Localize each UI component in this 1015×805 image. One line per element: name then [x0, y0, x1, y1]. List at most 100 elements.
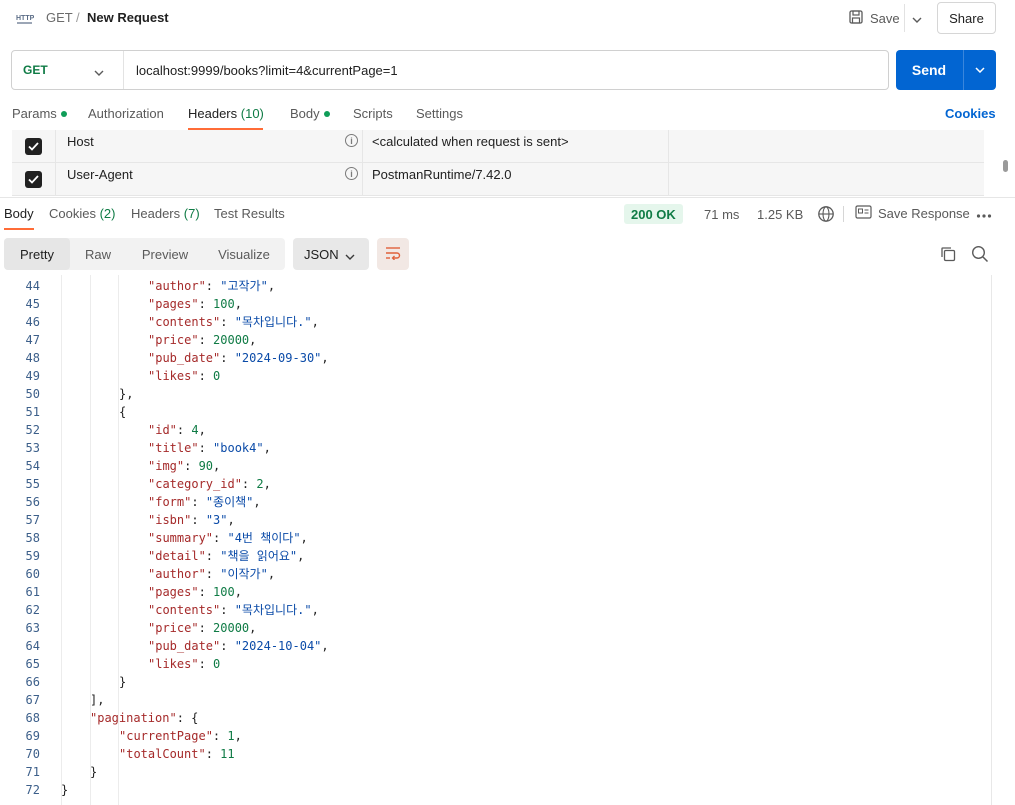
- search-icon[interactable]: [971, 245, 989, 266]
- panel-divider[interactable]: [0, 197, 1015, 198]
- line-number: 46: [25, 315, 40, 329]
- line-number: 65: [25, 657, 40, 671]
- tab-resp-headers-label: Headers: [131, 206, 181, 221]
- tab-settings[interactable]: Settings: [416, 106, 463, 121]
- format-value: JSON: [304, 246, 339, 262]
- body-indicator-dot: [323, 110, 330, 117]
- line-number: 70: [25, 747, 40, 761]
- code-line: 62 "contents": "목차입니다.",: [0, 601, 993, 619]
- method-value: GET: [23, 63, 48, 77]
- tab-cookies-label: Cookies: [49, 206, 96, 221]
- json-string: "목차입니다.": [234, 603, 312, 617]
- status-badge[interactable]: 200 OK: [624, 204, 683, 224]
- code-text: "category_id": 2,: [148, 475, 271, 493]
- wrap-lines-button[interactable]: [377, 238, 409, 270]
- save-response-button[interactable]: Save Response: [855, 205, 970, 222]
- view-visualize-button[interactable]: Visualize: [206, 238, 282, 270]
- column-divider: [362, 163, 363, 196]
- share-button[interactable]: Share: [937, 2, 996, 34]
- tab-body[interactable]: Body: [290, 106, 330, 121]
- view-pretty-button[interactable]: Pretty: [4, 238, 70, 270]
- save-options-button[interactable]: [904, 4, 928, 32]
- json-punctuation: :: [198, 369, 214, 383]
- view-raw-button[interactable]: Raw: [72, 238, 124, 270]
- json-punctuation: {: [119, 405, 127, 419]
- json-punctuation: : {: [176, 711, 199, 725]
- tab-response-body[interactable]: Body: [4, 206, 34, 221]
- json-key: "pagination": [90, 711, 177, 725]
- code-text: "title": "book4",: [148, 439, 271, 457]
- tab-cookies-count: (2): [99, 206, 116, 221]
- line-number: 55: [25, 477, 40, 491]
- code-scrollbar[interactable]: [991, 275, 992, 805]
- line-number: 51: [25, 405, 40, 419]
- save-button[interactable]: Save: [846, 4, 902, 32]
- tab-response-cookies[interactable]: Cookies (2): [49, 206, 115, 221]
- code-line: 64 "pub_date": "2024-10-04",: [0, 637, 993, 655]
- response-body-code[interactable]: 44 "author": "고작가", 45 "pages": 100, 46 "cont…: [0, 275, 993, 805]
- info-icon[interactable]: i: [345, 167, 358, 180]
- tab-params[interactable]: Params: [12, 106, 67, 121]
- url-input[interactable]: localhost:9999/books?limit=4&currentPage…: [136, 63, 398, 78]
- tab-response-headers[interactable]: Headers (7): [131, 206, 200, 221]
- tab-resp-headers-count: (7): [183, 206, 200, 221]
- json-punctuation: :: [198, 585, 214, 599]
- code-text: "isbn": "3",: [148, 511, 235, 529]
- code-line: 71}: [0, 763, 993, 781]
- more-options-icon[interactable]: [976, 206, 992, 222]
- cookies-link[interactable]: Cookies: [945, 106, 996, 121]
- json-punctuation: ,: [234, 585, 242, 599]
- json-punctuation: ,: [253, 495, 261, 509]
- json-punctuation: :: [220, 351, 235, 365]
- json-punctuation: ,: [311, 603, 319, 617]
- response-time[interactable]: 71 ms: [704, 207, 739, 222]
- tab-authorization[interactable]: Authorization: [88, 106, 164, 121]
- row-checkbox[interactable]: [12, 163, 56, 196]
- view-preview-button[interactable]: Preview: [130, 238, 200, 270]
- json-punctuation: :: [191, 513, 206, 527]
- json-punctuation: :: [184, 459, 199, 473]
- json-punctuation: }: [90, 765, 98, 779]
- copy-icon[interactable]: [940, 246, 956, 265]
- json-punctuation: ,: [321, 639, 329, 653]
- json-key: "likes": [148, 369, 199, 383]
- json-string: "고작가": [220, 279, 268, 293]
- info-icon[interactable]: i: [345, 134, 358, 147]
- json-punctuation: :: [220, 315, 235, 329]
- tab-params-label: Params: [12, 106, 57, 121]
- tab-headers[interactable]: Headers (10): [188, 106, 264, 121]
- tab-scripts[interactable]: Scripts: [353, 106, 393, 121]
- json-punctuation: :: [241, 477, 257, 491]
- json-punctuation: :: [220, 639, 235, 653]
- json-punctuation: ,: [311, 315, 319, 329]
- json-punctuation: ,: [249, 621, 257, 635]
- line-number: 66: [25, 675, 40, 689]
- tab-test-results[interactable]: Test Results: [214, 206, 285, 221]
- format-select[interactable]: JSON: [293, 238, 369, 270]
- json-key: "pages": [148, 585, 199, 599]
- line-number: 54: [25, 459, 40, 473]
- line-number: 48: [25, 351, 40, 365]
- code-text: "price": 20000,: [148, 331, 256, 349]
- response-size[interactable]: 1.25 KB: [757, 207, 803, 222]
- code-line: 50},: [0, 385, 993, 403]
- json-key: "pages": [148, 297, 199, 311]
- method-select[interactable]: GET: [12, 51, 124, 89]
- json-punctuation: :: [220, 603, 235, 617]
- send-options-button[interactable]: [964, 50, 996, 90]
- send-button[interactable]: Send: [896, 50, 962, 90]
- line-number: 58: [25, 531, 40, 545]
- headers-scrollbar[interactable]: [1003, 160, 1008, 172]
- code-text: "pages": 100,: [148, 583, 242, 601]
- json-number: 20000: [213, 621, 250, 635]
- row-checkbox[interactable]: [12, 130, 56, 163]
- header-key: User-Agent: [67, 167, 133, 182]
- code-line: 49 "likes": 0: [0, 367, 993, 385]
- json-punctuation: :: [198, 333, 214, 347]
- json-string: "목차입니다.": [234, 315, 312, 329]
- globe-icon[interactable]: [817, 205, 835, 226]
- request-name[interactable]: New Request: [87, 10, 169, 25]
- json-number: 100: [213, 297, 235, 311]
- tab-headers-count: (10): [240, 106, 264, 121]
- code-text: "summary": "4번 책이다",: [148, 529, 308, 547]
